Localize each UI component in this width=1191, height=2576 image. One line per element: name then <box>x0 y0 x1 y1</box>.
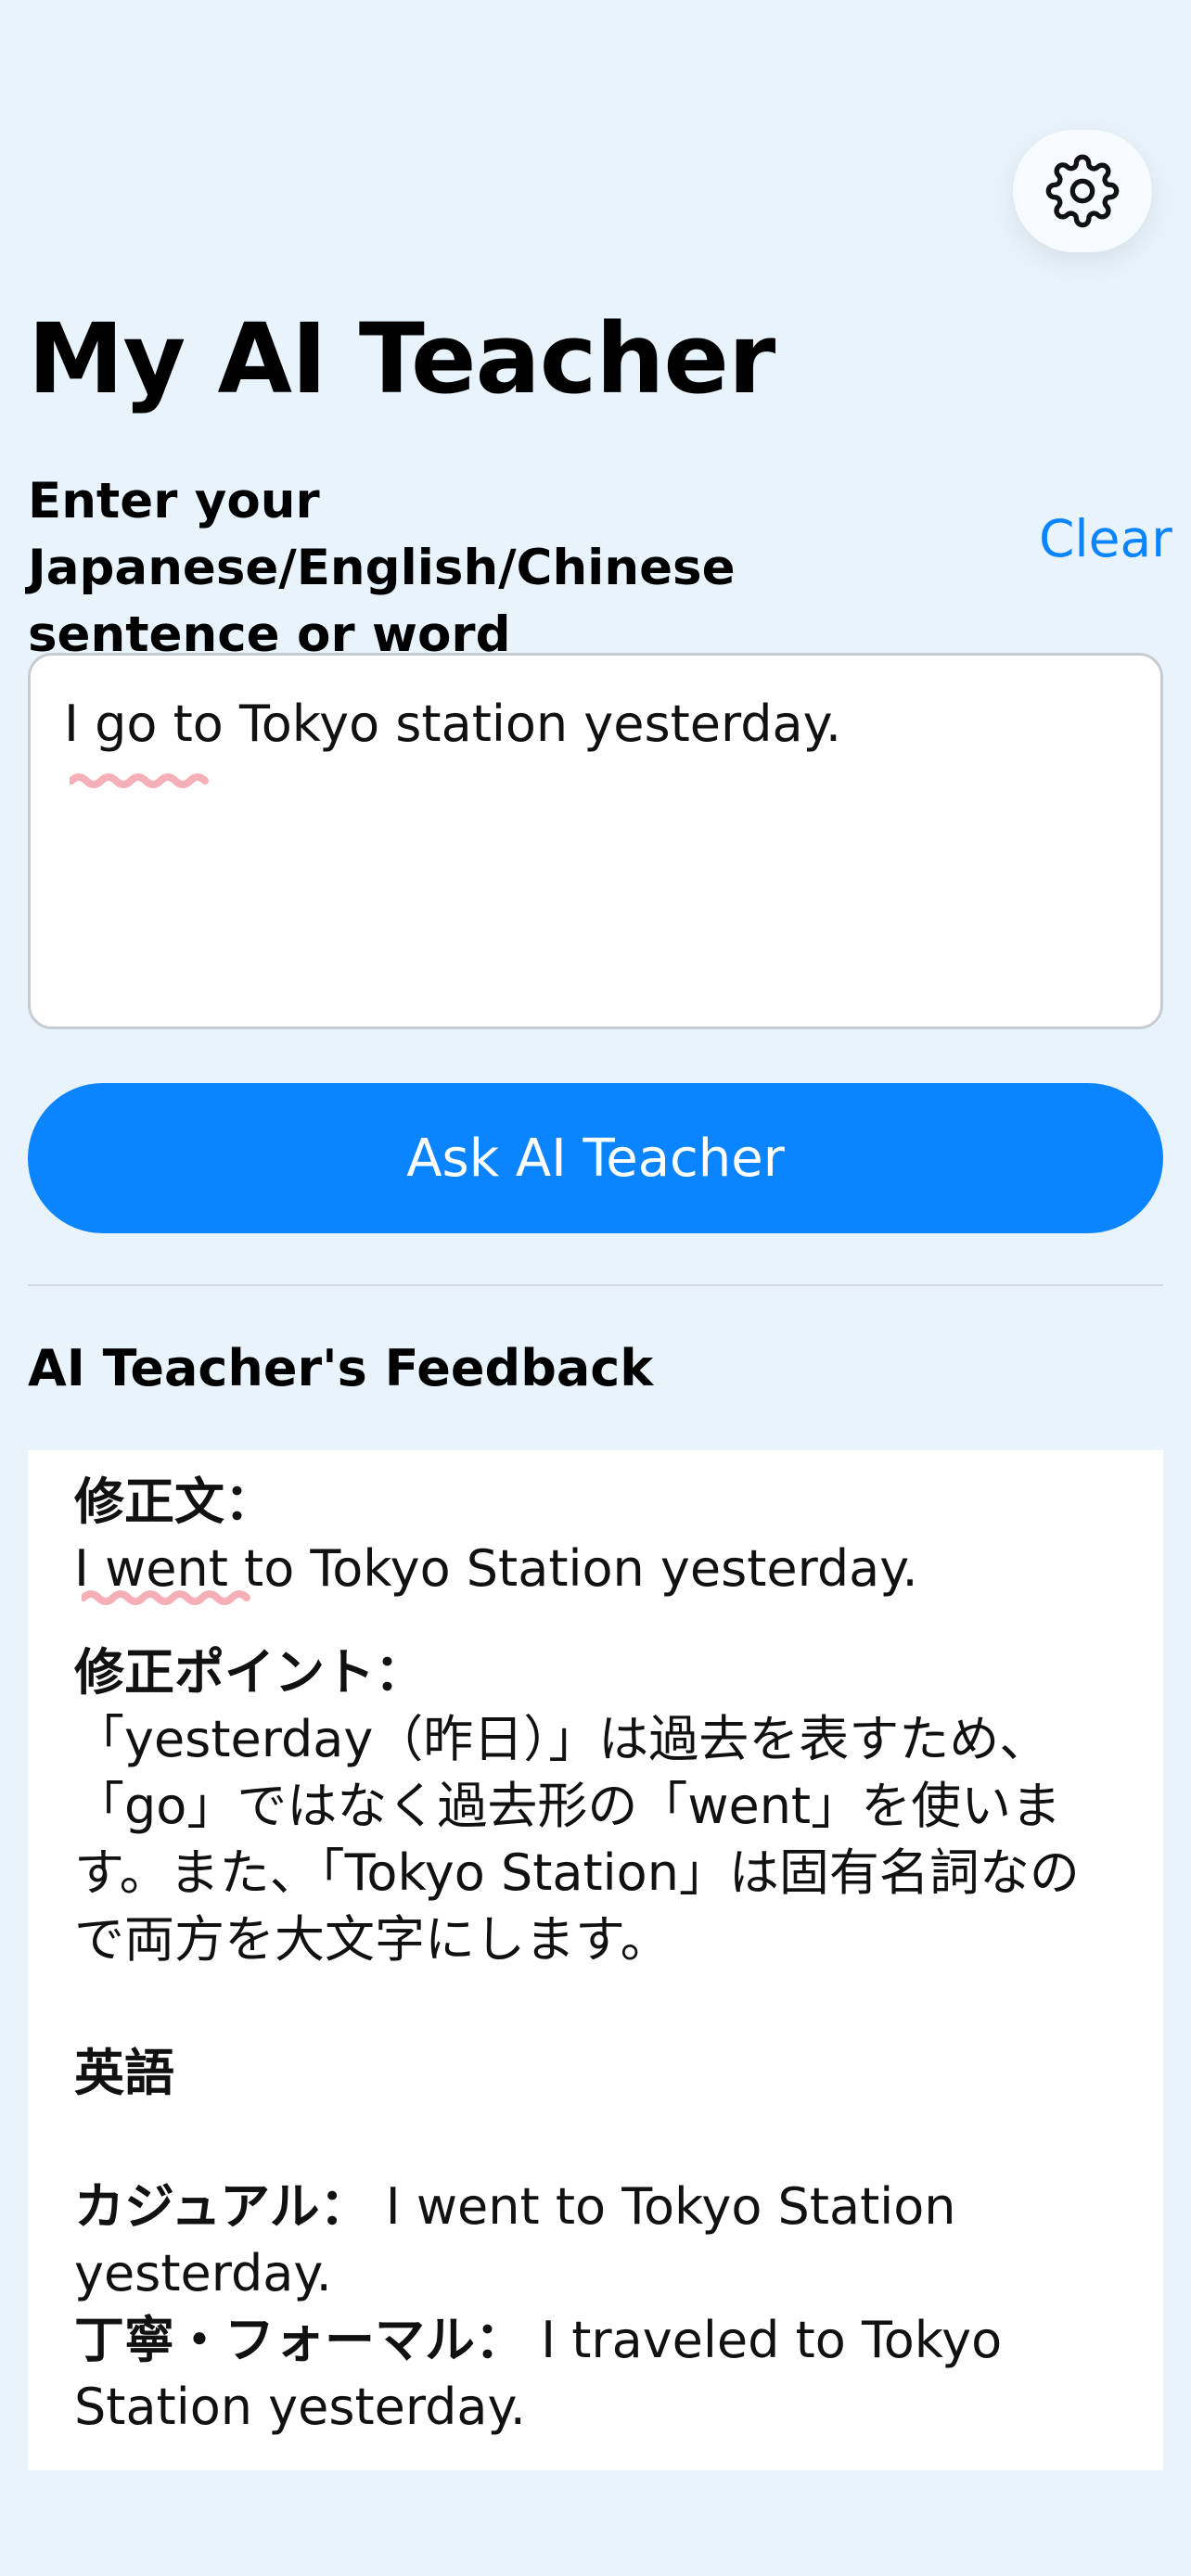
points-label: 修正ポイント： <box>74 1643 425 1702</box>
ask-ai-teacher-button[interactable]: Ask AI Teacher <box>28 1083 1163 1233</box>
points-text: 「yesterday（昨日）」は過去を表すため、「go」ではなく過去形の「wen… <box>74 1710 1080 1969</box>
sentence-input-value: I go to Tokyo station yesterday. <box>64 695 842 753</box>
corrected-label: 修正文： <box>74 1473 275 1531</box>
divider <box>28 1284 1163 1286</box>
formal-row: 丁寧・フォーマル： I traveled to Tokyo Station ye… <box>74 2307 1113 2441</box>
feedback-panel: 修正文： I went to Tokyo Station yesterday. … <box>28 1450 1163 2470</box>
spellcheck-underline <box>70 773 209 788</box>
feedback-title: AI Teacher's Feedback <box>28 1339 654 1397</box>
settings-button[interactable] <box>1013 130 1152 252</box>
input-label: Enter your Japanese/English/Chinese sent… <box>28 473 736 663</box>
clear-button[interactable]: Clear <box>1039 505 1172 572</box>
english-label: 英語 <box>74 2044 174 2102</box>
sentence-input[interactable]: I go to Tokyo station yesterday. <box>28 653 1163 1029</box>
casual-label: カジュアル： <box>74 2177 370 2236</box>
spellcheck-underline <box>82 1590 250 1605</box>
casual-row: カジュアル： I went to Tokyo Station yesterday… <box>74 2174 1113 2307</box>
gear-icon <box>1045 154 1120 228</box>
page-title: My AI Teacher <box>28 302 775 415</box>
formal-label: 丁寧・フォーマル： <box>74 2311 525 2369</box>
